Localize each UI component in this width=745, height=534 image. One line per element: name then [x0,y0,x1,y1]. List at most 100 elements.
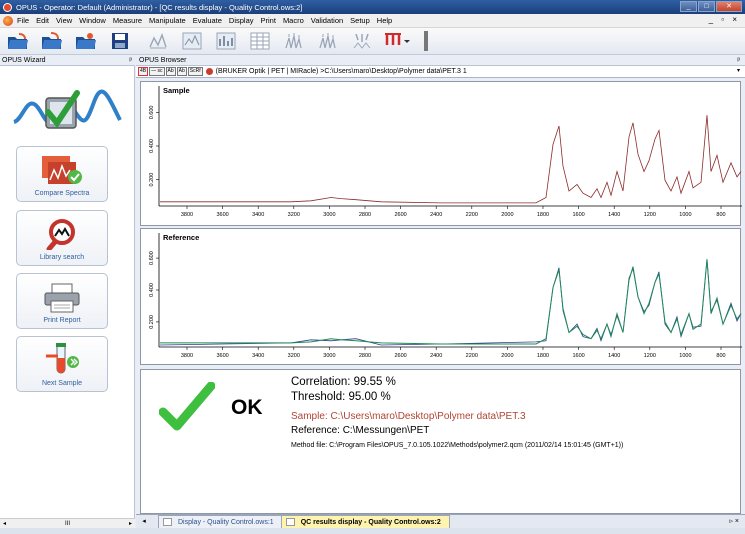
wizard-scrollbar[interactable]: ◂ III ▸ [0,518,135,528]
window-title: OPUS - Operator: Default (Administrator)… [16,2,303,12]
tab-qc-results-label: QC results display - Quality Control.ows… [300,518,441,526]
red-peaks-icon[interactable] [384,30,412,52]
print-report-button[interactable]: Print Report [16,273,108,329]
baseline-icon[interactable] [180,30,204,52]
menu-file[interactable]: File [17,16,29,25]
x-tick-label: 2200 [466,212,478,218]
tab-scroll-left-icon[interactable]: ◂ [136,516,152,528]
x-tick-label: 1800 [537,353,549,359]
peaks-icon[interactable] [282,30,306,52]
next-sample-label: Next Sample [41,380,83,387]
file-path[interactable]: (BRUKER Optik | PET | MIRacle) >C:\Users… [216,68,467,75]
opus-logo-icon[interactable] [3,15,13,26]
sample-spectrum-panel[interactable]: 3800 3600 3400 3200 3000 2800 2600 2400 2200 2000… [140,81,742,226]
peak-arrows-icon[interactable] [350,30,374,52]
open-folder-icon[interactable] [74,30,98,52]
pin-icon[interactable]: ᵖ [129,56,132,65]
x-tick-label: 2400 [430,212,442,218]
next-sample-button[interactable]: Next Sample [16,336,108,392]
browser-header: OPUS Browser ᵖ [136,56,745,66]
menu-display[interactable]: Display [229,16,254,25]
opus-app-icon [3,2,12,12]
sample-plot: 3800 3600 3400 3200 3000 2800 2600 2400 2200 2000… [149,86,742,218]
x-tick-label: 3600 [216,212,228,218]
spectrum-icon[interactable] [214,30,238,52]
compare-spectra-button[interactable]: Compare Spectra [16,146,108,202]
x-tick-label: 1000 [679,212,691,218]
menu-print[interactable]: Print [261,16,276,25]
x-tick-label: 1800 [537,212,549,218]
menu-macro[interactable]: Macro [283,16,304,25]
menu-edit[interactable]: Edit [36,16,49,25]
x-tick-label: 2200 [466,353,478,359]
x-tick-label: 2000 [501,212,513,218]
x-tick-label: 3800 [181,353,193,359]
reference-path: Reference: C:\Messungen\PET [291,425,430,436]
reference-spectrum-panel[interactable]: 3800 3600 3400 3200 3000 2800 2600 2400 2200 2000… [140,228,742,365]
x-tick-label: 3400 [252,353,264,359]
x-tick-label: 2600 [394,212,406,218]
threshold-value: Threshold: 95.00 % [291,391,391,403]
print-report-label: Print Report [43,317,81,324]
x-tick-label: 2600 [394,353,406,359]
mdi-window-controls[interactable]: _ ▫ × [709,15,740,24]
title-bar: OPUS - Operator: Default (Administrator)… [0,0,745,14]
chevron-down-icon[interactable]: ▾ [737,67,740,74]
scroll-right-icon[interactable]: ▸ [129,520,132,527]
menu-setup[interactable]: Setup [350,16,370,25]
menu-bar: File Edit View Window Measure Manipulate… [0,14,745,28]
scroll-left-icon[interactable]: ◂ [3,520,6,527]
menu-view[interactable]: View [56,16,72,25]
pin-icon[interactable]: ᵖ [737,56,740,65]
qc-result-panel: OK Correlation: 99.55 % Threshold: 95.00… [140,369,741,514]
tab-display[interactable]: Display - Quality Control.ows:1 [158,515,283,528]
file-block-4b[interactable]: 4B [138,67,149,76]
toolbar-grip[interactable] [424,31,428,51]
qc-tab-icon [285,518,295,526]
library-search-button[interactable]: Library search [16,210,108,266]
opus-window: OPUS - Operator: Default (Administrator)… [0,0,745,534]
table-icon[interactable] [248,30,272,52]
tab-qc-results[interactable]: QC results display - Quality Control.ows… [280,515,450,528]
menu-evaluate[interactable]: Evaluate [193,16,222,25]
x-tick-label: 3400 [252,212,264,218]
file-block-sc[interactable]: ⁓ sc [149,67,165,76]
printer-icon [44,283,80,313]
main-toolbar [0,28,745,55]
document-tab-bar: ◂ Display - Quality Control.ows:1 QC res… [136,514,745,528]
y-tick-label: 0.200 [149,173,155,187]
wizard-panel: Compare Spectra Library search Print Rep… [0,66,135,518]
tab-close-icon[interactable]: ▹ × [729,517,739,525]
x-tick-label: 3000 [323,212,335,218]
minimize-button[interactable]: _ [680,1,697,12]
file-block-scrf[interactable]: ScRf [187,67,203,76]
qc-status: OK [231,396,263,419]
x-tick-label: 800 [716,212,725,218]
peaks-icon[interactable] [316,30,340,52]
open-folder-icon[interactable] [40,30,64,52]
wizard-title: OPUS Wizard [2,57,46,64]
x-tick-label: 2000 [501,353,513,359]
close-button[interactable]: ✕ [716,1,742,12]
menu-measure[interactable]: Measure [113,16,142,25]
x-tick-label: 800 [716,353,725,359]
file-block-ab[interactable]: Ab [165,67,176,76]
scroll-thumb[interactable]: III [65,521,70,527]
x-tick-label: 1400 [608,353,620,359]
open-folder-icon[interactable] [6,30,30,52]
magnifier-icon [46,219,75,250]
peak-pick-icon[interactable] [146,30,170,52]
x-tick-label: 3600 [216,353,228,359]
menu-help[interactable]: Help [377,16,392,25]
sample-panel-label: Sample [163,86,190,95]
x-tick-label: 1400 [608,212,620,218]
menu-validation[interactable]: Validation [311,16,343,25]
maximize-button[interactable]: □ [698,1,715,12]
menu-manipulate[interactable]: Manipulate [149,16,186,25]
status-bar [0,528,745,534]
y-tick-label: 0.600 [149,251,155,265]
save-icon[interactable] [108,30,132,52]
reference-panel-label: Reference [163,233,200,242]
menu-window[interactable]: Window [79,16,106,25]
file-block-ab2[interactable]: Ab [176,67,187,76]
